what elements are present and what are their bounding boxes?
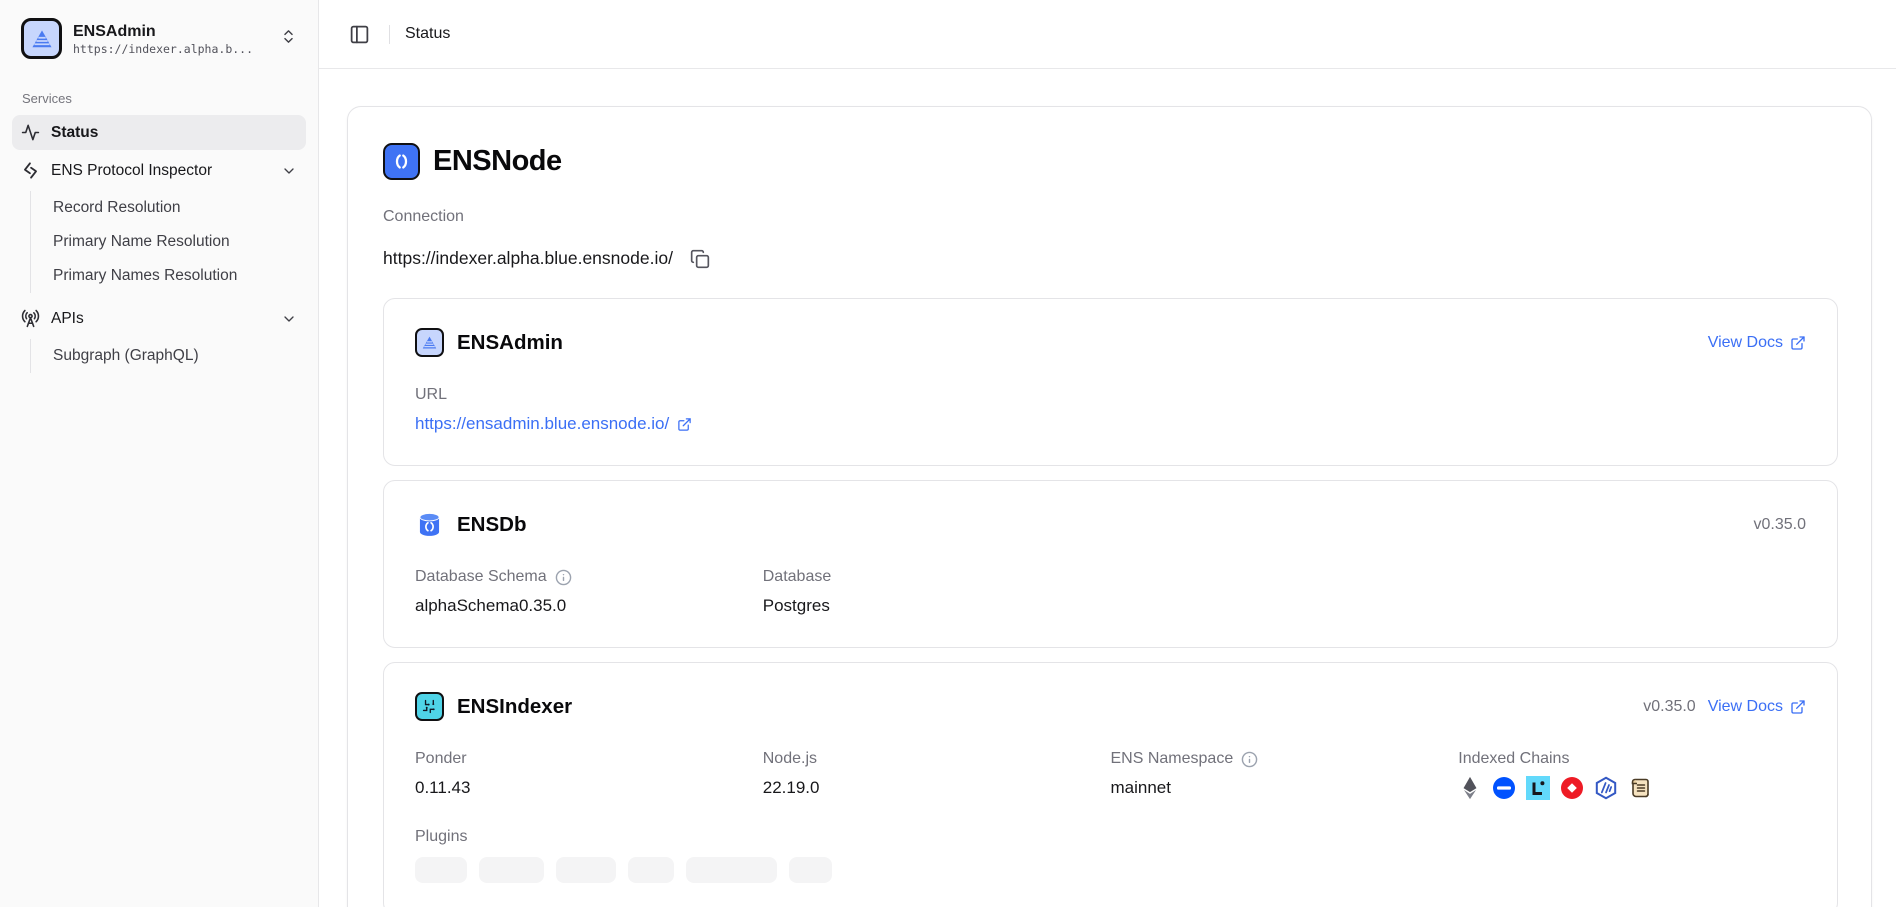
sidebar-item-label: APIs (51, 310, 84, 328)
ensadmin-logo-icon (21, 18, 62, 59)
ensdb-card-title: ENSDb (457, 513, 526, 537)
external-link-icon (677, 417, 692, 432)
panel-left-icon (349, 24, 370, 45)
sidebar-item-ens-protocol-inspector[interactable]: ENS Protocol Inspector (12, 153, 306, 188)
ensadmin-card-title: ENSAdmin (457, 331, 563, 355)
sidebar-item-label: ENS Protocol Inspector (51, 162, 212, 180)
ensadmin-view-docs-link[interactable]: View Docs (1708, 334, 1806, 352)
optimism-chain-icon (1560, 776, 1584, 800)
ensnode-card: ENSNode Connection https://indexer.alpha… (347, 106, 1872, 907)
scroll-chain-icon (1628, 776, 1652, 800)
ensdb-fields: Database Schema alphaSchema0.35.0 Databa… (415, 568, 1806, 616)
sidebar-group-label: Services (22, 91, 296, 106)
chevrons-up-down-icon (280, 28, 297, 50)
ponder-label: Ponder (415, 750, 763, 768)
sidebar: ENSAdmin https://indexer.alpha.b... Serv… (0, 0, 319, 907)
linea-chain-icon (1526, 776, 1550, 800)
chevron-down-icon (281, 311, 297, 327)
url-label: URL (415, 386, 763, 404)
ensadmin-url-link[interactable]: https://ensadmin.blue.ensnode.io/ (415, 414, 692, 434)
sidebar-subnav-apis: Subgraph (GraphQL) (30, 339, 306, 373)
sidebar-item-subgraph-graphql[interactable]: Subgraph (GraphQL) (31, 339, 306, 373)
info-icon[interactable] (1241, 751, 1258, 768)
ensindexer-card: ENSIndexer v0.35.0 View Docs Ponder (383, 662, 1838, 907)
nodejs-value: 22.19.0 (763, 778, 1111, 798)
plugin-badge (686, 857, 777, 883)
ensindexer-card-header: ENSIndexer v0.35.0 View Docs (415, 692, 1806, 721)
main-area: Status ENSNode Connection https://indexe… (319, 0, 1896, 907)
sidebar-app-name: ENSAdmin (73, 22, 269, 42)
ensindexer-version: v0.35.0 (1643, 698, 1695, 716)
ensnode-logo-icon (383, 143, 420, 180)
sidebar-nav: Status ENS Protocol Inspector Record Res… (0, 115, 318, 373)
radio-tower-icon (21, 309, 40, 328)
ensdb-version: v0.35.0 (1754, 516, 1806, 534)
plugin-badge (415, 857, 467, 883)
plugins-badges (415, 857, 1806, 883)
connection-url: https://indexer.alpha.blue.ensnode.io/ (383, 248, 673, 269)
plugins-label: Plugins (415, 828, 1806, 846)
sidebar-item-apis[interactable]: APIs (12, 301, 306, 336)
sidebar-toggle-button[interactable] (345, 20, 374, 49)
topbar: Status (319, 0, 1896, 69)
sidebar-item-primary-name-resolution[interactable]: Primary Name Resolution (31, 225, 306, 259)
workspace-switcher[interactable]: ENSAdmin https://indexer.alpha.b... (13, 13, 305, 64)
database-schema-label-text: Database Schema (415, 568, 547, 586)
ens-namespace-label: ENS Namespace (1111, 750, 1459, 768)
chevron-down-icon (281, 163, 297, 179)
ens-diamond-icon (21, 161, 40, 180)
ensdb-card-header: ENSDb v0.35.0 (415, 510, 1806, 539)
sidebar-item-primary-names-resolution[interactable]: Primary Names Resolution (31, 259, 306, 293)
indexed-chains-row (1458, 776, 1806, 800)
arbitrum-chain-icon (1594, 776, 1618, 800)
view-docs-label: View Docs (1708, 698, 1783, 716)
topbar-separator (389, 25, 390, 44)
database-value: Postgres (763, 596, 1111, 616)
ensindexer-card-logo-icon (415, 692, 444, 721)
view-docs-label: View Docs (1708, 334, 1783, 352)
indexed-chains-label: Indexed Chains (1458, 750, 1806, 768)
ponder-value: 0.11.43 (415, 778, 763, 798)
sidebar-connection-url: https://indexer.alpha.b... (73, 42, 263, 56)
ensadmin-fields: URL https://ensadmin.blue.ensnode.io/ (415, 386, 1806, 434)
database-schema-label: Database Schema (415, 568, 763, 586)
app-root: ENSAdmin https://indexer.alpha.b... Serv… (0, 0, 1896, 907)
sidebar-item-record-resolution[interactable]: Record Resolution (31, 191, 306, 225)
breadcrumb: Status (405, 25, 450, 43)
nodejs-label: Node.js (763, 750, 1111, 768)
connection-row: https://indexer.alpha.blue.ensnode.io/ (383, 248, 1838, 269)
ensnode-header: ENSNode (383, 143, 1838, 180)
sidebar-item-label: Status (51, 124, 98, 142)
page-title: ENSNode (433, 145, 562, 178)
info-icon[interactable] (555, 569, 572, 586)
ensadmin-card: ENSAdmin View Docs URL (383, 298, 1838, 466)
database-schema-value: alphaSchema0.35.0 (415, 596, 763, 616)
sidebar-item-status[interactable]: Status (12, 115, 306, 150)
plugin-badge (479, 857, 544, 883)
plugin-badge (628, 857, 674, 883)
ensadmin-url-text: https://ensadmin.blue.ensnode.io/ (415, 414, 669, 434)
sidebar-subnav-inspector: Record Resolution Primary Name Resolutio… (30, 191, 306, 293)
ensdb-card: ENSDb v0.35.0 Database Schema (383, 480, 1838, 648)
external-link-icon (1790, 699, 1806, 715)
ensindexer-fields: Ponder 0.11.43 Node.js 22.19.0 ENS Names… (415, 750, 1806, 800)
plugin-badge (789, 857, 832, 883)
ethereum-chain-icon (1458, 776, 1482, 800)
ens-namespace-value: mainnet (1111, 778, 1459, 798)
activity-icon (21, 123, 40, 142)
ensindexer-view-docs-link[interactable]: View Docs (1708, 698, 1806, 716)
database-label: Database (763, 568, 1111, 586)
base-chain-icon (1492, 776, 1516, 800)
external-link-icon (1790, 335, 1806, 351)
copy-icon (690, 249, 710, 269)
copy-button[interactable] (690, 249, 710, 269)
ensadmin-card-header: ENSAdmin View Docs (415, 328, 1806, 357)
ens-namespace-label-text: ENS Namespace (1111, 750, 1234, 768)
ensdb-card-logo-icon (415, 510, 444, 539)
ensindexer-card-title: ENSIndexer (457, 695, 572, 719)
plugin-badge (556, 857, 616, 883)
connection-label: Connection (383, 208, 1838, 226)
ensadmin-card-logo-icon (415, 328, 444, 357)
content: ENSNode Connection https://indexer.alpha… (319, 69, 1896, 907)
